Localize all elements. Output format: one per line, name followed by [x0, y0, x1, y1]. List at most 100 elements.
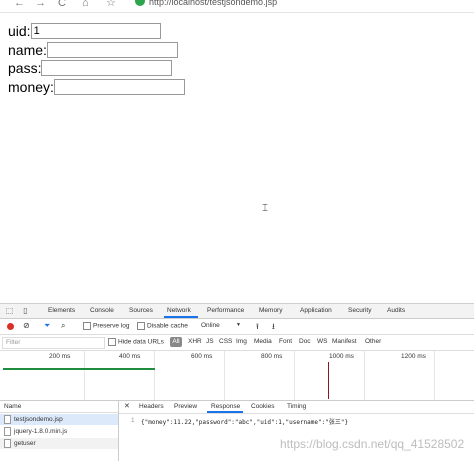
search-icon[interactable]: ⌕ [61, 321, 65, 331]
filter-ws[interactable]: WS [317, 338, 327, 345]
network-toolbar: ⊘ ⏷ ⌕ Preserve log Disable cache Online … [0, 319, 474, 335]
request-name: jquery-1.8.0.min.js [14, 428, 68, 435]
filter-other[interactable]: Other [365, 338, 381, 345]
tab-cookies[interactable]: Cookies [251, 403, 274, 410]
forward-icon[interactable]: → [35, 0, 46, 10]
name-row: name: [8, 41, 178, 59]
tab-timing[interactable]: Timing [287, 403, 306, 410]
clear-icon[interactable]: ⊘ [23, 321, 30, 330]
timeline-tick-label: 600 ms [191, 353, 213, 360]
browser-window: ← → C ⌂ ☆ http://localhost/testjsondemo.… [0, 0, 474, 461]
active-tab-indicator [164, 316, 198, 318]
network-body: Name testjsondemo.jsp jquery-1.8.0.min.j… [0, 401, 474, 461]
request-detail: ✕ Headers Preview Response Cookies Timin… [119, 401, 474, 461]
detail-tabbar: ✕ Headers Preview Response Cookies Timin… [119, 401, 474, 414]
tab-security[interactable]: Security [348, 307, 371, 314]
xhr-icon [4, 438, 11, 448]
request-row[interactable]: jquery-1.8.0.min.js [0, 426, 118, 437]
timeline-load-marker [328, 362, 329, 399]
filter-xhr[interactable]: XHR [188, 338, 202, 345]
tab-application[interactable]: Application [300, 307, 332, 314]
chevron-down-icon[interactable]: ▼ [236, 322, 241, 328]
request-row[interactable]: getuser [0, 438, 118, 449]
home-icon[interactable]: ⌂ [82, 0, 89, 10]
device-toggle-icon[interactable]: ▯ [21, 306, 30, 315]
tab-audits[interactable]: Audits [387, 307, 405, 314]
filter-doc[interactable]: Doc [299, 338, 311, 345]
tab-response[interactable]: Response [211, 403, 240, 410]
name-input[interactable] [46, 42, 178, 58]
inspect-element-icon[interactable]: ⬚ [5, 306, 14, 315]
timeline-request-bar [3, 368, 155, 370]
devtools-tabbar: ⬚ ▯ Elements Console Sources Network Per… [0, 304, 474, 319]
money-label: money: [8, 79, 54, 95]
filter-input[interactable]: Filter [2, 337, 105, 349]
filter-img[interactable]: Img [236, 338, 247, 345]
secure-lock-icon [135, 0, 145, 6]
name-label: name: [8, 42, 47, 58]
uid-input[interactable] [30, 23, 161, 39]
reload-icon[interactable]: C [58, 0, 66, 10]
name-column-header[interactable]: Name [0, 401, 118, 413]
response-body: {"money":11.22,"password":"abc","uid":1,… [141, 419, 349, 426]
preserve-log-label: Preserve log [93, 322, 130, 330]
timeline-tick-label: 1000 ms [329, 353, 354, 360]
pass-input[interactable] [41, 60, 173, 76]
tab-headers[interactable]: Headers [139, 403, 164, 410]
money-row: money: [8, 78, 185, 96]
filter-bar: Filter Hide data URLs All XHR JS CSS Img… [0, 335, 474, 351]
timeline-tick-label: 200 ms [49, 353, 71, 360]
timeline-tick-label: 400 ms [119, 353, 141, 360]
pass-row: pass: [8, 59, 173, 77]
throttling-value: Online [201, 322, 220, 329]
request-name: getuser [14, 440, 36, 447]
tab-network[interactable]: Network [167, 307, 191, 314]
filter-js[interactable]: JS [206, 338, 214, 345]
timeline-gridline [434, 351, 435, 400]
timeline-gridline [84, 351, 85, 400]
tab-console[interactable]: Console [90, 307, 114, 314]
filter-css[interactable]: CSS [219, 338, 232, 345]
timeline-gridline [154, 351, 155, 400]
tab-performance[interactable]: Performance [207, 307, 244, 314]
tab-preview[interactable]: Preview [174, 403, 197, 410]
export-har-icon[interactable]: ⭳ [272, 321, 275, 335]
timeline-tick-label: 1200 ms [401, 353, 426, 360]
record-icon[interactable] [7, 323, 14, 330]
tab-sources[interactable]: Sources [129, 307, 153, 314]
preserve-log-checkbox[interactable]: Preserve log [83, 322, 130, 330]
money-input[interactable] [53, 79, 185, 95]
watermark: https://blog.csdn.net/qq_41528502 [280, 437, 465, 451]
pass-label: pass: [8, 60, 42, 76]
import-har-icon[interactable]: ⭱ [256, 321, 259, 335]
request-row[interactable]: testjsondemo.jsp [0, 414, 118, 425]
throttling-select[interactable]: Online [201, 322, 220, 329]
disable-cache-checkbox[interactable]: Disable cache [137, 322, 188, 330]
tab-memory[interactable]: Memory [259, 307, 282, 314]
request-list: Name testjsondemo.jsp jquery-1.8.0.min.j… [0, 401, 119, 461]
back-icon[interactable]: ← [14, 0, 25, 10]
bookmark-star-icon[interactable]: ☆ [106, 0, 116, 10]
timeline-gridline [364, 351, 365, 400]
uid-label: uid: [8, 23, 31, 39]
address-bar[interactable]: http://localhost/testjsondemo.jsp [149, 0, 277, 8]
filter-font[interactable]: Font [279, 338, 292, 345]
line-number: 1 [131, 417, 135, 424]
request-name: testjsondemo.jsp [14, 416, 63, 423]
browser-toolbar: ← → C ⌂ ☆ http://localhost/testjsondemo.… [0, 0, 474, 13]
filter-all[interactable]: All [170, 337, 182, 347]
timeline-gridline [294, 351, 295, 400]
active-detail-tab-indicator [207, 411, 243, 413]
filter-manifest[interactable]: Manifest [332, 338, 357, 345]
document-icon [4, 414, 11, 424]
timeline-tick-label: 800 ms [261, 353, 283, 360]
tab-elements[interactable]: Elements [48, 307, 75, 314]
close-icon[interactable]: ✕ [124, 402, 130, 410]
uid-row: uid: [8, 22, 161, 40]
page-content: uid: name: pass: money: ⌶ [0, 13, 474, 303]
filter-media[interactable]: Media [254, 338, 272, 345]
filter-icon[interactable]: ⏷ [44, 321, 50, 331]
hide-data-urls-label: Hide data URLs [118, 338, 164, 346]
hide-data-urls-checkbox[interactable]: Hide data URLs [108, 338, 164, 346]
disable-cache-label: Disable cache [147, 322, 188, 330]
